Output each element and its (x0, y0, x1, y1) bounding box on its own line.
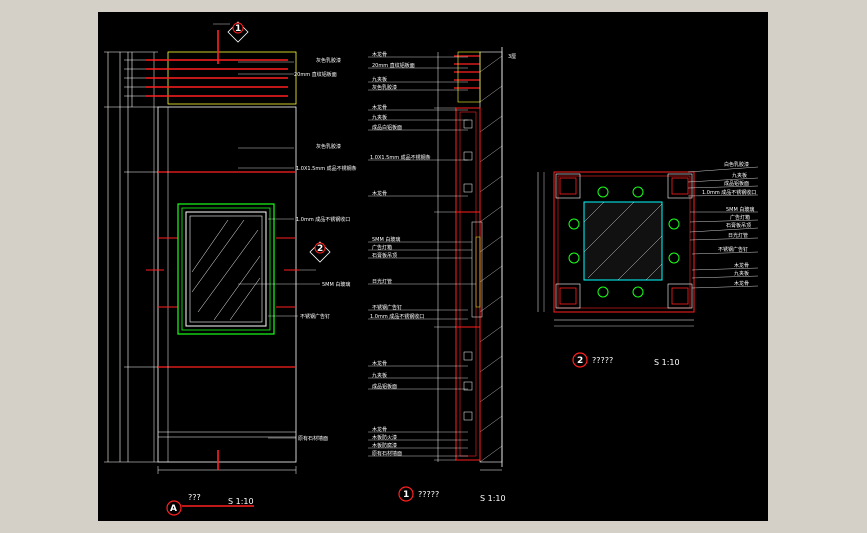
plan-label-4: 1.0mm 成品不锈钢收口 (702, 189, 756, 196)
plan-label-5: 5MM 白玻璃 (726, 206, 754, 213)
elevation-view: 灰色乳胶漆 20mm 直纹铝板面 灰色乳胶漆 1.0X1.5mm 成品不锈钢条 … (104, 21, 357, 516)
sec-label-13: 日光灯管 (372, 278, 392, 285)
section-title-mark: 1 (403, 490, 409, 500)
elevation-title-mark: A (170, 504, 177, 514)
plan-view: 白色乳胶漆 九夹板 成品铝板面 1.0mm 成品不锈钢收口 5MM 白玻璃 广告… (537, 161, 759, 368)
plan-label-12: 木龙骨 (734, 280, 749, 287)
elev-label-2: 20mm 直纹铝板面 (294, 71, 337, 78)
sec-label-17: 九夹板 (372, 372, 387, 379)
sec-label-20: 木板防火漆 (372, 434, 397, 441)
sec-label-11: 广告灯箱 (372, 244, 392, 251)
section-title: 1 ????? S 1:10 (398, 486, 506, 503)
callout-2-label: 2 (317, 244, 323, 254)
callout-2-marker: 2 (300, 241, 331, 271)
elevation-title: A ??? S 1:10 (166, 493, 254, 516)
elev-label-4: 1.0X1.5mm 成品不锈钢条 (296, 165, 357, 172)
plan-label-6: 广告灯箱 (730, 214, 750, 221)
sec-label-4: 灰色乳胶漆 (372, 84, 397, 91)
plan-label-7: 石膏板吊顶 (726, 222, 751, 229)
elev-label-5: 1.0mm 成品不锈钢收口 (296, 216, 350, 223)
plan-label-1: 白色乳胶漆 (724, 161, 749, 168)
sec-label-22: 原有石材墙面 (372, 450, 402, 457)
plan-label-3: 成品铝板面 (724, 180, 749, 187)
sec-label-19: 木龙骨 (372, 426, 387, 433)
sec-label-7: 成品白铝板面 (372, 124, 402, 131)
sec-label-16: 木龙骨 (372, 360, 387, 367)
sec-label-1: 木龙骨 (372, 51, 387, 58)
plan-title: 2 ????? S 1:10 (572, 352, 680, 368)
sec-label-9: 木龙骨 (372, 190, 387, 197)
sec-label-15: 1.0mm 成品不锈钢收口 (370, 313, 424, 320)
elev-label-8: 原有石材墙面 (298, 435, 328, 442)
plan-label-2: 九夹板 (732, 172, 747, 179)
plan-title-text: ????? (592, 356, 613, 365)
elevation-title-text: ??? (188, 493, 201, 502)
plan-scale: S 1:10 (654, 358, 680, 367)
sec-label-10: 5MM 白玻璃 (372, 236, 400, 243)
sec-label-5: 木龙骨 (372, 104, 387, 111)
elev-label-1: 灰色乳胶漆 (316, 57, 341, 64)
sec-label-6: 九夹板 (372, 114, 387, 121)
sec-label-3: 九夹板 (372, 76, 387, 83)
plan-label-8: 日光灯管 (728, 232, 748, 239)
cad-drawing: 灰色乳胶漆 20mm 直纹铝板面 灰色乳胶漆 1.0X1.5mm 成品不锈钢条 … (104, 21, 759, 516)
plan-label-9: 不锈钢广告钉 (718, 246, 748, 253)
section-title-text: ????? (418, 490, 439, 499)
section-view: 木龙骨 20mm 直纹铝板面 九夹板 灰色乳胶漆 木龙骨 九夹板 成品白铝板面 … (368, 47, 516, 503)
sec-label-12: 石膏板吊顶 (372, 252, 397, 259)
sec-label-18: 成品铝板面 (372, 383, 397, 390)
elevation-scale: S 1:10 (228, 497, 254, 506)
sec-label-21: 木板防腐漆 (372, 442, 397, 449)
plan-label-10: 木龙骨 (734, 262, 749, 269)
elev-label-7: 不锈钢广告钉 (300, 313, 330, 320)
plan-label-11: 九夹板 (734, 270, 749, 277)
sec-label-14: 不锈钢广告钉 (372, 304, 402, 311)
callout-1-label: 1 (235, 24, 241, 34)
cad-drawing-canvas: 灰色乳胶漆 20mm 直纹铝板面 灰色乳胶漆 1.0X1.5mm 成品不锈钢条 … (98, 12, 768, 521)
elev-label-3: 灰色乳胶漆 (316, 143, 341, 150)
sec-top-note: 3厘 (508, 54, 516, 60)
sec-label-8: 1.0X1.5mm 成品不锈钢条 (370, 154, 431, 161)
section-scale: S 1:10 (480, 494, 506, 503)
elev-label-6: 5MM 白玻璃 (322, 281, 350, 288)
sec-label-2: 20mm 直纹铝板面 (372, 62, 415, 69)
plan-title-mark: 2 (577, 356, 583, 366)
